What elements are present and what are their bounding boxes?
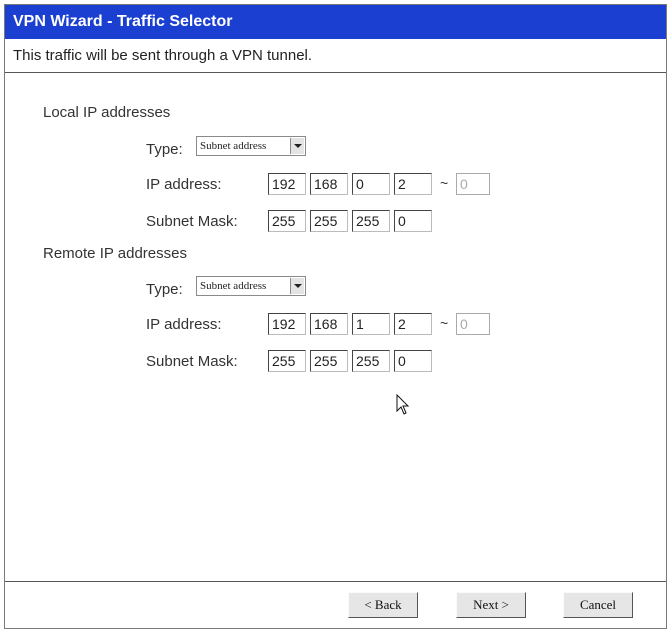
remote-ip-octet-4[interactable]: 2 (394, 313, 432, 335)
local-mask-octet-4[interactable]: 0 (394, 210, 432, 232)
remote-ip-range-separator: ~ (440, 315, 449, 331)
chevron-down-icon[interactable] (290, 138, 304, 154)
local-ip-octet-1[interactable]: 192 (268, 173, 306, 195)
next-button[interactable]: Next > (456, 592, 526, 618)
chevron-down-icon[interactable] (290, 278, 304, 294)
local-ip-label: IP address: (146, 176, 222, 193)
local-ip-octet-2[interactable]: 168 (310, 173, 348, 195)
remote-mask-octet-3[interactable]: 255 (352, 350, 390, 372)
local-type-value: Subnet address (200, 140, 267, 152)
local-mask-octet-2[interactable]: 255 (310, 210, 348, 232)
local-mask-octet-1[interactable]: 255 (268, 210, 306, 232)
remote-ip-heading: Remote IP addresses (43, 245, 187, 262)
wizard-description: This traffic will be sent through a VPN … (5, 39, 666, 73)
window-title: VPN Wizard - Traffic Selector (5, 5, 666, 39)
remote-type-select[interactable]: Subnet address (196, 276, 306, 296)
local-mask-label: Subnet Mask: (146, 213, 238, 230)
remote-type-value: Subnet address (200, 280, 267, 292)
remote-mask-octet-2[interactable]: 255 (310, 350, 348, 372)
local-ip-range-end: 0 (456, 173, 490, 195)
remote-ip-octet-2[interactable]: 168 (310, 313, 348, 335)
cancel-button[interactable]: Cancel (563, 592, 633, 618)
local-ip-octet-3[interactable]: 0 (352, 173, 390, 195)
local-ip-octet-4[interactable]: 2 (394, 173, 432, 195)
local-ip-heading: Local IP addresses (43, 104, 171, 121)
remote-ip-octet-3[interactable]: 1 (352, 313, 390, 335)
local-mask-octet-3[interactable]: 255 (352, 210, 390, 232)
remote-ip-label: IP address: (146, 316, 222, 333)
mouse-pointer-icon (396, 394, 410, 415)
remote-type-label: Type: (146, 281, 183, 298)
remote-ip-octet-1[interactable]: 192 (268, 313, 306, 335)
local-type-label: Type: (146, 141, 183, 158)
remote-ip-range-end: 0 (456, 313, 490, 335)
back-button[interactable]: < Back (348, 592, 418, 618)
remote-mask-octet-1[interactable]: 255 (268, 350, 306, 372)
remote-mask-label: Subnet Mask: (146, 353, 238, 370)
local-type-select[interactable]: Subnet address (196, 136, 306, 156)
local-ip-range-separator: ~ (440, 175, 449, 191)
remote-mask-octet-4[interactable]: 0 (394, 350, 432, 372)
